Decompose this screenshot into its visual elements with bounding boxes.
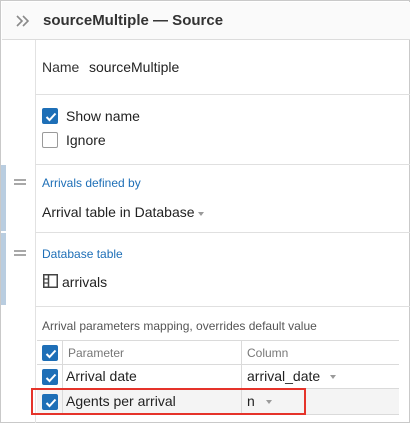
- parameter-arrival-date: Arrival date: [66, 368, 137, 384]
- panel-header: sourceMultiple — Source: [2, 2, 410, 40]
- ignore-checkbox[interactable]: [42, 132, 58, 148]
- panel-title: sourceMultiple — Source: [43, 12, 224, 29]
- show-name-checkbox[interactable]: [42, 108, 58, 124]
- divider: [35, 306, 410, 307]
- name-label: Name: [42, 59, 80, 75]
- divider: [35, 164, 410, 165]
- section-marker: [1, 233, 6, 305]
- select-all-checkbox[interactable]: [42, 345, 58, 361]
- chevron-double-right-icon[interactable]: [14, 13, 32, 29]
- column-value-arrival-date: arrival_date: [247, 368, 321, 384]
- table-border: [37, 364, 399, 365]
- caret-down-icon: [330, 375, 336, 379]
- drag-handle-icon[interactable]: [14, 179, 26, 186]
- properties-panel: sourceMultiple — Source Name sourceMulti…: [0, 0, 410, 423]
- table-icon: [43, 274, 58, 288]
- highlight-box: [31, 388, 306, 415]
- drag-handle-icon[interactable]: [14, 250, 26, 257]
- caret-down-icon: [198, 212, 204, 216]
- column-header-parameter: Parameter: [68, 346, 125, 360]
- section-marker: [1, 165, 6, 231]
- column-header-column: Column: [247, 346, 289, 360]
- ignore-label: Ignore: [66, 132, 106, 148]
- show-name-label: Show name: [66, 108, 140, 124]
- arrivals-section-title: Arrivals defined by: [42, 176, 141, 190]
- arrivals-dropdown-value: Arrival table in Database: [42, 204, 195, 220]
- divider: [35, 94, 410, 95]
- row-checkbox-arrival-date[interactable]: [42, 369, 58, 385]
- database-table-section-title: Database table: [42, 247, 123, 261]
- table-border: [37, 340, 399, 341]
- mapping-caption: Arrival parameters mapping, overrides de…: [42, 319, 317, 333]
- name-field[interactable]: sourceMultiple: [89, 59, 179, 75]
- database-table-value[interactable]: arrivals: [62, 274, 107, 290]
- divider: [35, 232, 410, 233]
